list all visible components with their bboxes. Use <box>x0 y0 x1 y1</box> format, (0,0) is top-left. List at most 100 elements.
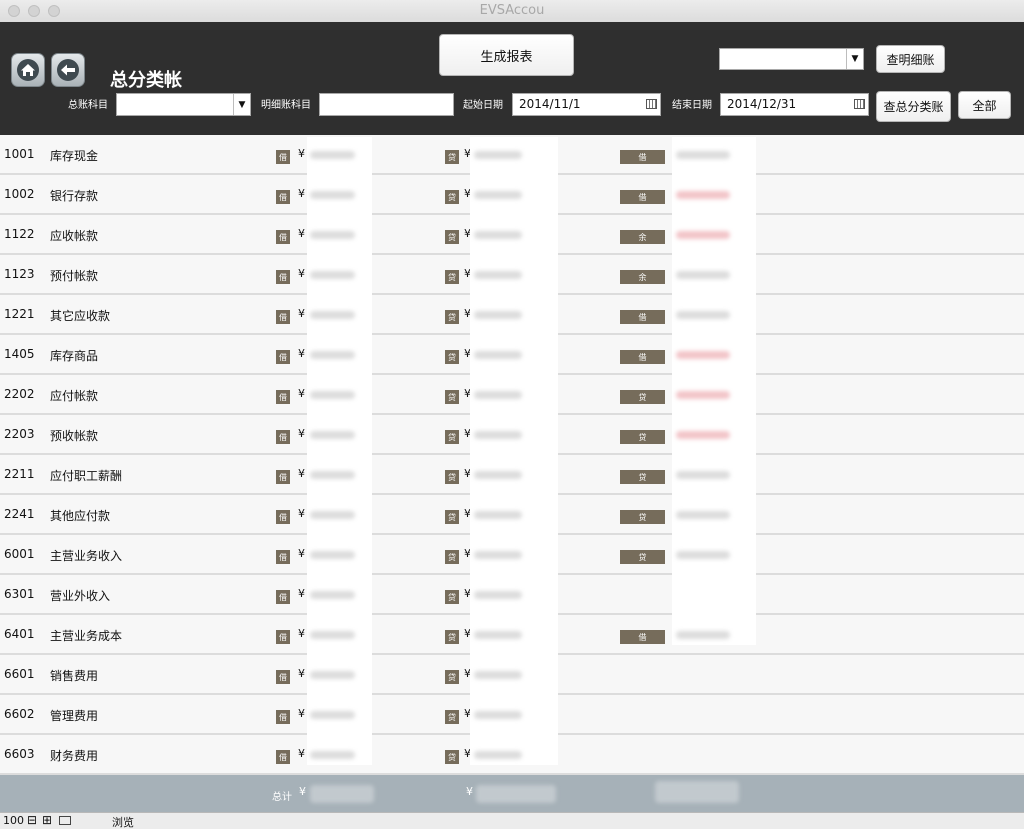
debit-tag: 借 <box>276 550 290 564</box>
redacted-value <box>676 511 730 519</box>
account-code: 2203 <box>4 427 35 441</box>
balance-direction-tag: 贷 <box>620 510 665 524</box>
account-code: 1123 <box>4 267 35 281</box>
redacted-value <box>676 351 730 359</box>
balance-direction-tag: 借 <box>620 190 665 204</box>
window-titlebar: EVSAccou <box>0 0 1024 23</box>
account-code: 1122 <box>4 227 35 241</box>
redacted-value <box>474 231 522 239</box>
debit-tag: 借 <box>276 710 290 724</box>
calendar-icon[interactable] <box>646 99 657 109</box>
end-date-value: 2014/12/31 <box>727 97 797 111</box>
chevron-down-icon: ▼ <box>846 49 863 69</box>
zoom-out-icon[interactable]: ⊟ <box>27 814 37 826</box>
redacted-value <box>310 591 355 599</box>
view-detail-button[interactable]: 查明细账 <box>876 45 945 73</box>
redacted-value <box>474 271 522 279</box>
generate-report-button[interactable]: 生成报表 <box>439 34 574 76</box>
redacted-value <box>310 351 355 359</box>
redacted-value <box>474 191 522 199</box>
debit-tag: 借 <box>276 630 290 644</box>
redacted-value <box>474 351 522 359</box>
zoom-in-icon[interactable]: ⊞ <box>42 814 52 826</box>
account-dropdown[interactable]: ▼ <box>719 48 864 70</box>
account-code: 1001 <box>4 147 35 161</box>
account-name: 主营业务成本 <box>50 629 123 643</box>
redacted-value <box>676 191 730 199</box>
debit-currency: ¥ <box>298 387 305 400</box>
balance-direction-tag: 借 <box>620 350 665 364</box>
account-name: 应收帐款 <box>50 229 99 243</box>
start-date-value: 2014/11/1 <box>519 97 581 111</box>
detail-account-input[interactable] <box>319 93 454 116</box>
account-code: 1405 <box>4 347 35 361</box>
start-date-input[interactable]: 2014/11/1 <box>512 93 661 116</box>
redacted-value <box>310 271 355 279</box>
ledger-account-dropdown[interactable]: ▼ <box>116 93 251 116</box>
debit-currency: ¥ <box>298 347 305 360</box>
account-name: 应付帐款 <box>50 389 99 403</box>
debit-currency: ¥ <box>298 467 305 480</box>
redacted-value <box>474 631 522 639</box>
back-button[interactable] <box>51 53 85 87</box>
account-name: 其它应收款 <box>50 309 111 323</box>
account-code: 6603 <box>4 747 35 761</box>
redacted-value <box>310 391 355 399</box>
redacted-value <box>676 311 730 319</box>
debit-currency: ¥ <box>298 267 305 280</box>
account-name: 应付职工薪酬 <box>50 469 123 483</box>
zoom-level: 100 <box>3 814 24 827</box>
credit-tag: 贷 <box>445 710 459 724</box>
total-credit-redacted <box>476 785 556 803</box>
redacted-value <box>676 391 730 399</box>
credit-tag: 贷 <box>445 270 459 284</box>
redacted-value <box>474 471 522 479</box>
balance-direction-tag: 余 <box>620 230 665 244</box>
redacted-value <box>474 671 522 679</box>
debit-currency: ¥ <box>298 587 305 600</box>
debit-currency: ¥ <box>298 427 305 440</box>
detail-account-label: 明细账科目 <box>261 100 311 111</box>
redacted-value <box>474 711 522 719</box>
redacted-value <box>310 431 355 439</box>
balance-direction-tag: 借 <box>620 630 665 644</box>
credit-tag: 贷 <box>445 310 459 324</box>
total-balance-redacted <box>655 781 739 803</box>
credit-tag: 贷 <box>445 670 459 684</box>
start-date-label: 起始日期 <box>463 100 503 111</box>
credit-tag: 贷 <box>445 150 459 164</box>
debit-tag: 借 <box>276 430 290 444</box>
debit-tag: 借 <box>276 470 290 484</box>
debit-tag: 借 <box>276 230 290 244</box>
credit-tag: 贷 <box>445 390 459 404</box>
account-name: 库存现金 <box>50 149 99 163</box>
calendar-icon[interactable] <box>854 99 865 109</box>
debit-currency: ¥ <box>298 627 305 640</box>
layout-toggle-icon[interactable] <box>59 816 71 825</box>
home-button[interactable] <box>11 53 45 87</box>
debit-tag: 借 <box>276 190 290 204</box>
back-arrow-icon <box>57 59 79 81</box>
debit-currency: ¥ <box>298 227 305 240</box>
credit-tag: 贷 <box>445 630 459 644</box>
credit-tag: 贷 <box>445 750 459 764</box>
debit-currency: ¥ <box>298 187 305 200</box>
account-code: 6601 <box>4 667 35 681</box>
debit-tag: 借 <box>276 270 290 284</box>
debit-currency: ¥ <box>298 707 305 720</box>
redacted-value <box>676 551 730 559</box>
balance-direction-tag: 贷 <box>620 430 665 444</box>
home-icon <box>17 59 39 81</box>
balance-direction-tag: 余 <box>620 270 665 284</box>
redacted-value <box>310 711 355 719</box>
totals-bar: 总计 ¥ ¥ <box>0 775 1024 812</box>
debit-tag: 借 <box>276 310 290 324</box>
account-name: 其他应付款 <box>50 509 111 523</box>
redacted-value <box>676 231 730 239</box>
end-date-input[interactable]: 2014/12/31 <box>720 93 869 116</box>
all-button[interactable]: 全部 <box>958 91 1011 119</box>
redacted-value <box>474 751 522 759</box>
view-general-ledger-button[interactable]: 查总分类账 <box>876 91 951 122</box>
debit-currency: ¥ <box>298 667 305 680</box>
debit-tag: 借 <box>276 590 290 604</box>
